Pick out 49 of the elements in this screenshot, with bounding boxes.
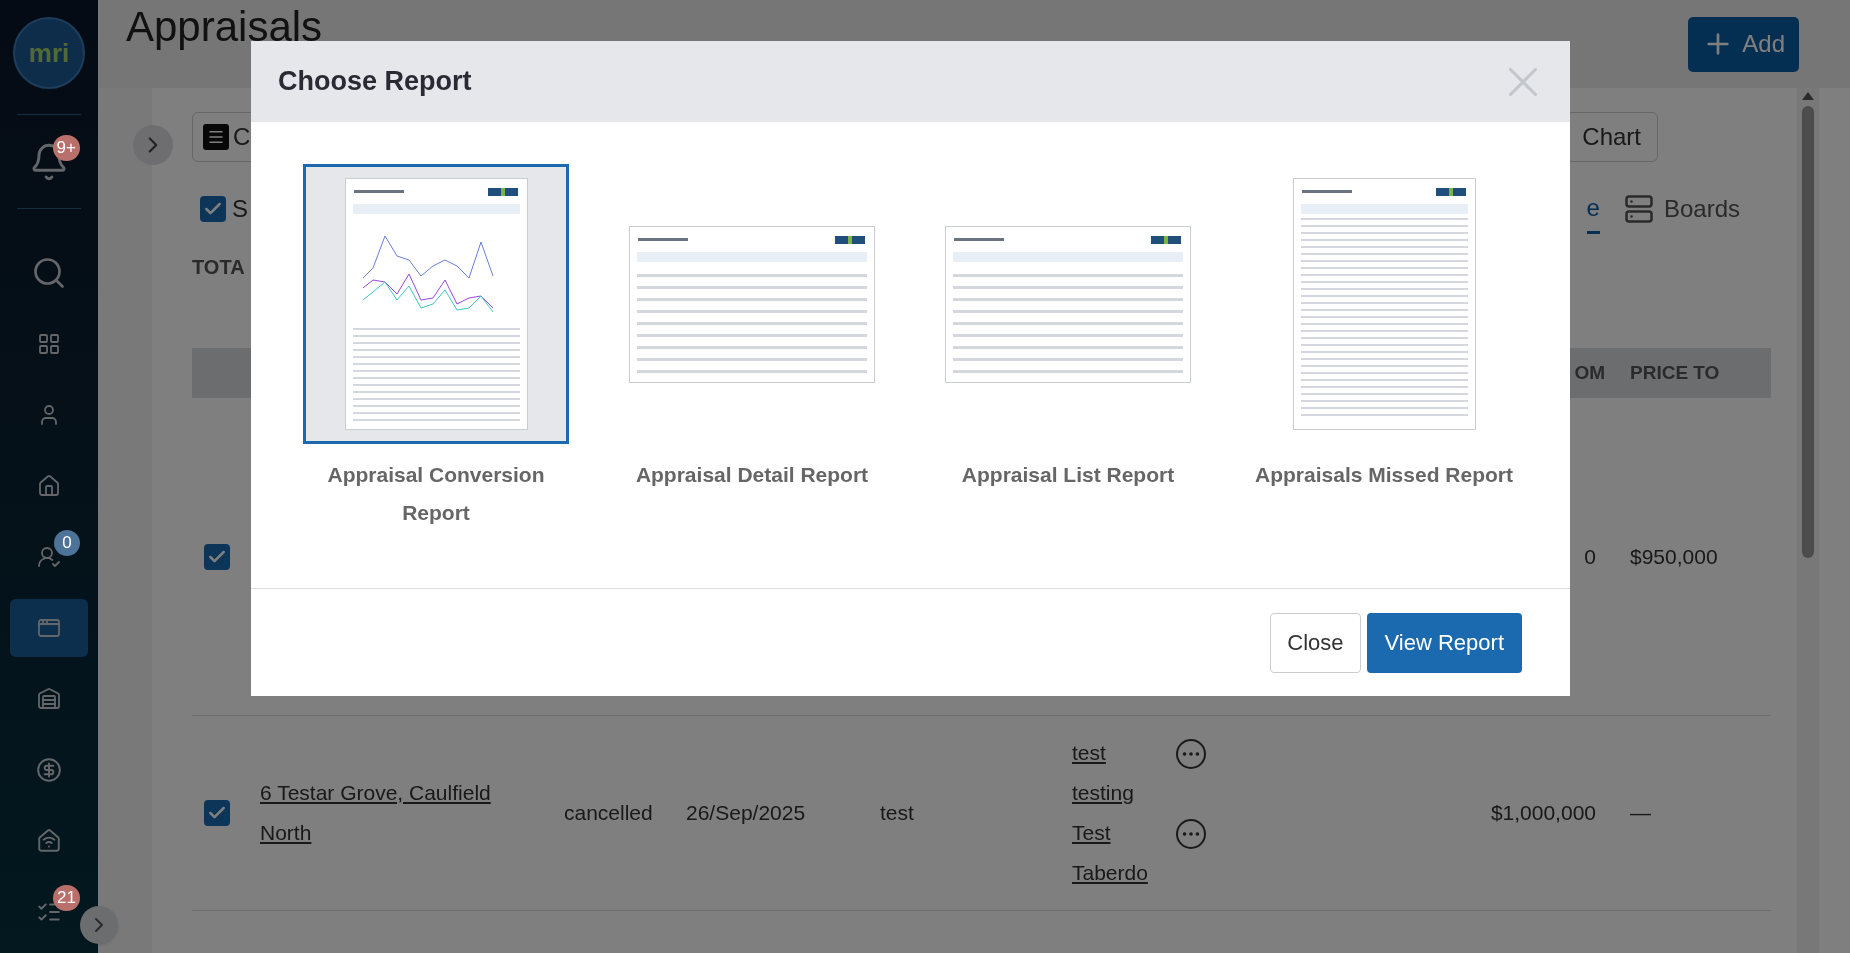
contact-link[interactable]: test testing — [1072, 733, 1162, 813]
warehouse-icon — [37, 687, 61, 711]
user-check-icon — [37, 545, 61, 569]
more-icon[interactable] — [1176, 819, 1206, 849]
table-cell-text: 0 — [1583, 543, 1597, 570]
checkbox[interactable] — [200, 196, 226, 222]
view-tab[interactable]: Boards — [1623, 184, 1740, 234]
house-icon — [36, 828, 62, 854]
count-badge: 21 — [53, 885, 80, 911]
menu-icon — [207, 128, 225, 146]
column-header: PRICE TO — [1630, 360, 1721, 385]
sidebar-item[interactable] — [10, 599, 88, 657]
count-badge: 9+ — [52, 135, 80, 161]
table-cell-text: $1,000,000 — [1489, 800, 1597, 827]
search-icon — [31, 255, 67, 291]
grid-icon — [37, 332, 61, 356]
view-tab[interactable]: e — [1586, 184, 1600, 234]
dollar-icon — [36, 757, 62, 783]
address-link[interactable]: 6 Testar Grove, Caulfield North — [260, 773, 540, 853]
sidebar-item[interactable]: 9+ — [10, 133, 88, 191]
house-icon — [37, 474, 61, 498]
checkbox[interactable] — [204, 800, 230, 826]
dialog-title: Choose Report — [278, 65, 472, 99]
report-option[interactable] — [303, 164, 569, 444]
totals-label: TOTA — [192, 255, 246, 280]
checkbox[interactable] — [204, 543, 230, 570]
report-label: Appraisal Conversion Report — [326, 462, 546, 526]
table-cell-text: — — [1630, 800, 1652, 827]
report-label: Appraisal Detail Report — [634, 462, 870, 488]
column-header: OM — [1573, 360, 1606, 385]
report-label: Appraisal List Report — [960, 462, 1176, 488]
select-all-label: S — [232, 194, 248, 224]
expand-button[interactable] — [133, 125, 173, 165]
count-badge: 0 — [54, 530, 80, 556]
table-cell-text: 26/Sep/2025 — [686, 800, 807, 827]
close-button[interactable]: Close — [1270, 612, 1361, 673]
view-report-button[interactable]: View Report — [1366, 612, 1522, 673]
table-cell-text: $950,000 — [1630, 543, 1719, 570]
sidebar-item[interactable]: 0 — [10, 528, 88, 586]
page-title: Appraisals — [126, 6, 323, 48]
window-icon — [37, 616, 61, 640]
report-label: Appraisals Missed Report — [1254, 462, 1514, 488]
contact-link[interactable]: Test Taberdo — [1072, 813, 1162, 893]
table-cell-text: cancelled — [564, 800, 654, 827]
table-cell-text: test — [879, 800, 915, 827]
logo[interactable]: mri — [13, 17, 85, 89]
boards-icon — [1623, 194, 1654, 224]
add-button[interactable]: Add — [1688, 16, 1799, 72]
more-icon[interactable] — [1176, 739, 1206, 769]
